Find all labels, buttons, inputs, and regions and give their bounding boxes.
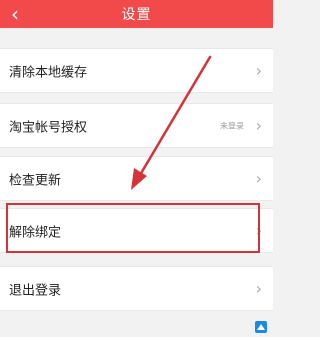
settings-item-label: 退出登录 bbox=[9, 283, 62, 298]
settings-item-label: 检查更新 bbox=[9, 173, 62, 188]
settings-item-taobao-auth[interactable]: 淘宝帐号授权 未登录 › bbox=[0, 103, 273, 148]
highlight-box bbox=[6, 203, 260, 253]
page-title: 设置 bbox=[121, 7, 152, 23]
chevron-right-icon: › bbox=[255, 168, 262, 188]
top-bar: ‹ 设置 bbox=[0, 0, 273, 28]
chevron-right-icon: › bbox=[255, 278, 262, 298]
watermark bbox=[255, 320, 270, 334]
settings-item-label: 清除本地缓存 bbox=[9, 65, 88, 80]
settings-item-clear-cache[interactable]: 清除本地缓存 › bbox=[0, 48, 273, 93]
settings-item-logout[interactable]: 退出登录 › bbox=[0, 266, 273, 311]
watermark-logo-icon bbox=[255, 321, 267, 333]
login-status: 未登录 bbox=[220, 121, 244, 130]
settings-item-check-update[interactable]: 检查更新 › bbox=[0, 156, 273, 201]
chevron-right-icon: › bbox=[255, 115, 262, 135]
settings-item-label: 淘宝帐号授权 bbox=[9, 120, 88, 135]
chevron-right-icon: › bbox=[255, 60, 262, 80]
